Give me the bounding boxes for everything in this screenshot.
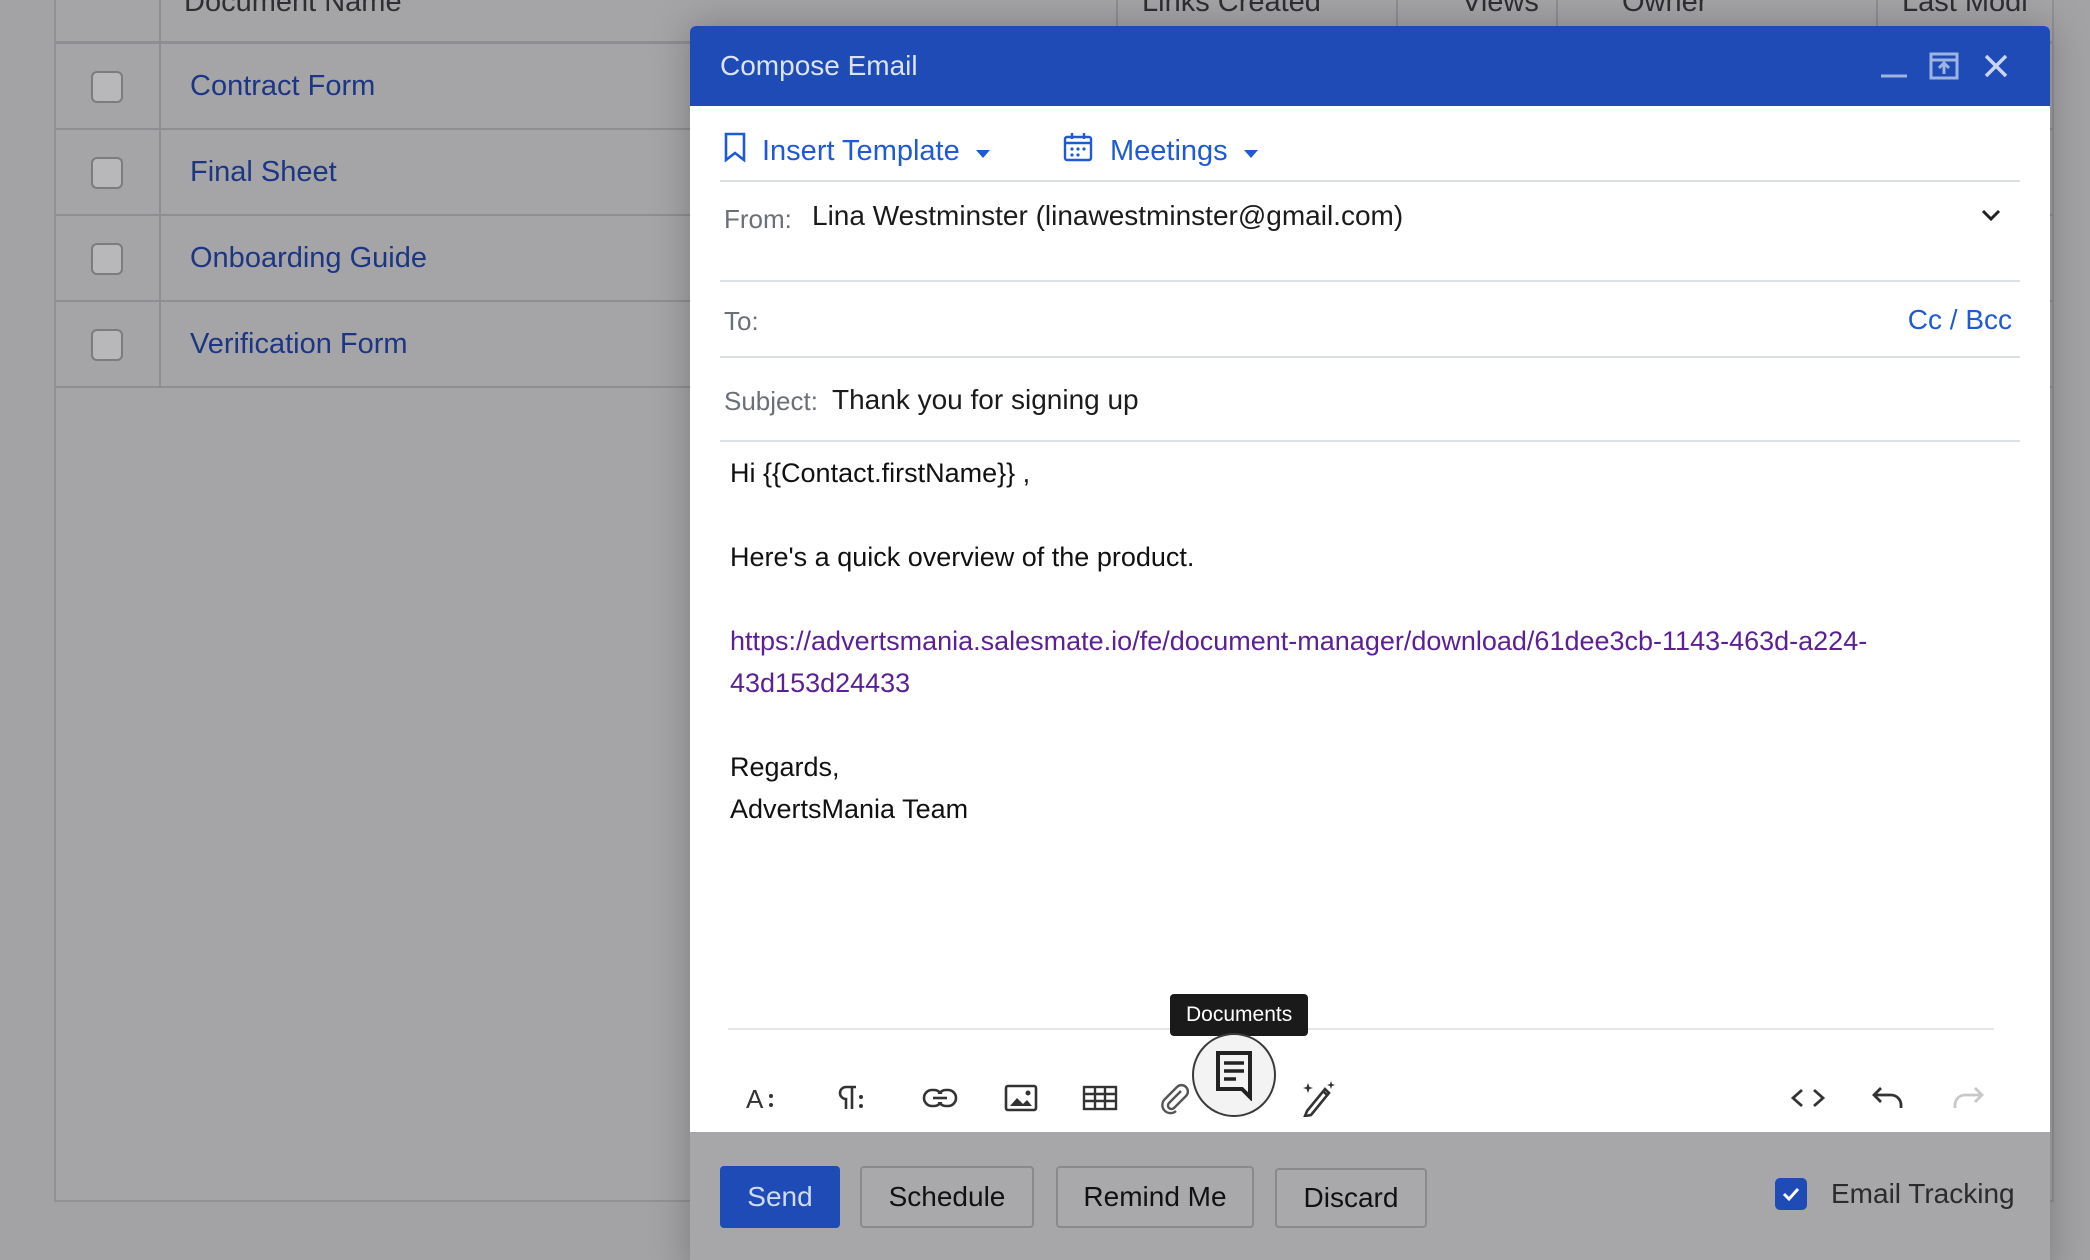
subject-field[interactable]: Subject: Thank you for signing up (720, 358, 2020, 442)
column-header-views: Views (1462, 0, 1539, 18)
to-label: To: (724, 306, 759, 336)
meetings-label: Meetings (1110, 134, 1228, 167)
body-document-link[interactable]: https://advertsmania.salesmate.io/fe/doc… (730, 626, 1867, 657)
compose-toolbar: Insert Template Meetings (720, 126, 2020, 176)
ai-writer-icon[interactable] (1296, 1076, 1340, 1120)
chevron-down-icon (974, 135, 992, 168)
code-view-icon[interactable] (1786, 1076, 1830, 1120)
remind-me-button[interactable]: Remind Me (1056, 1166, 1254, 1228)
documents-tooltip: Documents (1170, 994, 1309, 1036)
send-button[interactable]: Send (720, 1166, 840, 1228)
image-icon[interactable] (999, 1076, 1043, 1120)
redo-icon[interactable] (1946, 1076, 1990, 1120)
document-name-link[interactable]: Onboarding Guide (190, 242, 427, 275)
documents-icon[interactable] (1192, 1033, 1276, 1117)
schedule-button[interactable]: Schedule (860, 1166, 1034, 1228)
column-header-document-name: Document Name (184, 0, 402, 18)
attachment-icon[interactable] (1152, 1076, 1196, 1120)
table-icon[interactable] (1078, 1076, 1122, 1120)
body-greeting: Hi {{Contact.firstName}} , (730, 458, 1031, 488)
cc-bcc-link[interactable]: Cc / Bcc (1908, 304, 2012, 336)
row-checkbox[interactable] (91, 71, 123, 103)
modal-title: Compose Email (720, 50, 918, 81)
column-header-links-created: Links Created (1142, 0, 1321, 18)
insert-template-label: Insert Template (762, 134, 960, 167)
subject-label: Subject: (724, 386, 818, 416)
chevron-down-icon[interactable] (1978, 202, 2004, 233)
insert-template-button[interactable]: Insert Template (722, 126, 992, 176)
email-tracking-toggle[interactable]: Email Tracking (1775, 1178, 2015, 1210)
row-checkbox[interactable] (91, 157, 123, 189)
popout-icon[interactable] (1926, 48, 1962, 84)
body-intro: Here's a quick overview of the product. (730, 542, 1195, 572)
subject-input[interactable]: Thank you for signing up (832, 384, 1139, 416)
font-size-icon[interactable]: A (740, 1076, 784, 1120)
link-icon[interactable] (918, 1076, 962, 1120)
minimize-icon[interactable] (1876, 48, 1912, 84)
calendar-icon (1062, 131, 1094, 171)
discard-button[interactable]: Discard (1275, 1168, 1427, 1228)
undo-icon[interactable] (1866, 1076, 1910, 1120)
body-signature: AdvertsMania Team (730, 794, 969, 824)
close-icon[interactable] (1978, 48, 2014, 84)
email-tracking-label: Email Tracking (1831, 1178, 2015, 1209)
chevron-down-icon (1242, 135, 1260, 168)
from-label: From: (724, 204, 792, 234)
row-checkbox[interactable] (91, 243, 123, 275)
row-checkbox[interactable] (91, 329, 123, 361)
to-field[interactable]: To: Cc / Bcc (720, 282, 2020, 358)
column-header-owner: Owner (1622, 0, 1708, 18)
document-name-link[interactable]: Final Sheet (190, 156, 337, 189)
from-select[interactable]: Lina Westminster (linawestminster@gmail.… (812, 200, 1403, 232)
bookmark-icon (722, 130, 748, 172)
document-name-link[interactable]: Contract Form (190, 70, 375, 103)
email-tracking-checkbox[interactable] (1775, 1178, 1807, 1210)
document-name-link[interactable]: Verification Form (190, 328, 408, 361)
meetings-button[interactable]: Meetings (1062, 126, 1260, 176)
svg-text:A: A (746, 1084, 764, 1114)
body-document-link-continued[interactable]: 43d153d24433 (730, 668, 910, 699)
body-signoff: Regards, (730, 752, 840, 782)
compose-email-modal: Compose Email Insert Template Meetings F… (690, 26, 2050, 1260)
column-header-last-modified: Last Modi (1902, 0, 2028, 18)
paragraph-icon[interactable] (828, 1076, 872, 1120)
from-field[interactable]: From: Lina Westminster (linawestminster@… (720, 180, 2020, 282)
editor-divider (728, 1028, 1994, 1030)
modal-header: Compose Email (690, 26, 2050, 106)
